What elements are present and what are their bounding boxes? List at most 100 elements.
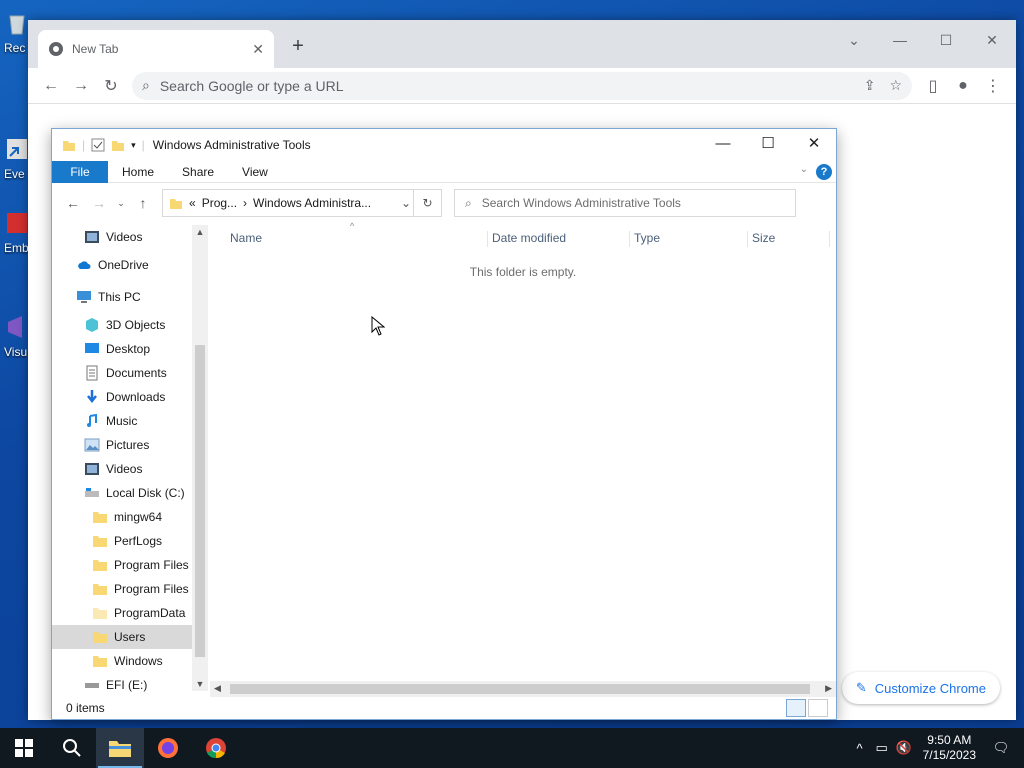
pictures-icon (84, 438, 100, 452)
back-icon[interactable]: ← (60, 195, 86, 211)
nav-item[interactable]: Music (52, 409, 208, 433)
column-size[interactable]: Size (748, 231, 830, 247)
nav-item[interactable]: mingw64 (52, 505, 208, 529)
ribbon-file-tab[interactable]: File (52, 160, 108, 183)
network-icon[interactable]: ▭ (871, 740, 893, 756)
scroll-up-icon[interactable]: ▲ (192, 227, 208, 237)
start-button[interactable] (0, 728, 48, 768)
nav-item[interactable]: 3D Objects (52, 313, 208, 337)
nav-item[interactable]: Users (52, 625, 208, 649)
ribbon-tab-share[interactable]: Share (168, 165, 228, 179)
expand-ribbon-icon[interactable]: ⌄ (800, 164, 808, 175)
reload-icon[interactable]: ↻ (96, 71, 126, 101)
nav-item[interactable]: This PC (52, 281, 208, 313)
nav-item[interactable]: Videos (52, 457, 208, 481)
address-segment-program[interactable]: Prog... (202, 196, 237, 210)
show-hidden-icons[interactable]: ^ (849, 741, 871, 756)
address-bar[interactable]: « Prog... › Windows Administra... ⌄ ↻ (162, 189, 442, 217)
column-type[interactable]: Type (630, 231, 748, 247)
nav-item[interactable]: Program Files (52, 553, 208, 577)
menu-icon[interactable]: ⋮ (978, 71, 1008, 101)
nav-item[interactable]: Program Files ( (52, 577, 208, 601)
share-icon[interactable]: ⇪ (864, 77, 876, 94)
ribbon-tab-home[interactable]: Home (108, 165, 168, 179)
nav-item-label: Music (106, 414, 138, 428)
desktop-icon (85, 343, 99, 353)
folder-icon (93, 656, 107, 667)
large-icons-view-icon[interactable] (808, 699, 828, 717)
forward-icon[interactable]: → (86, 195, 112, 211)
shortcut-icon (7, 139, 27, 159)
refresh-icon[interactable]: ↻ (413, 190, 441, 216)
ribbon-tab-view[interactable]: View (228, 165, 282, 179)
minimize-icon[interactable]: — (700, 129, 746, 159)
column-date-modified[interactable]: Date modified (488, 231, 630, 247)
explorer-titlebar: | ▾ | Windows Administrative Tools — ☐ ✕ (52, 129, 836, 161)
volume-muted-icon[interactable]: 🔇 (893, 740, 915, 756)
maximize-icon[interactable]: ☐ (926, 26, 966, 54)
back-icon[interactable]: ← (36, 71, 66, 101)
nav-item-label: 3D Objects (106, 318, 166, 332)
nav-item[interactable]: Local Disk (C:) (52, 481, 208, 505)
taskbar-firefox[interactable] (144, 728, 192, 768)
file-explorer-window: | ▾ | Windows Administrative Tools — ☐ ✕… (51, 128, 837, 720)
customize-quick-access-icon[interactable]: ▾ (131, 140, 136, 151)
address-history-icon[interactable]: ⌄ (401, 196, 411, 210)
search-box[interactable]: ⌕ Search Windows Administrative Tools (454, 189, 796, 217)
forward-icon[interactable]: → (66, 71, 96, 101)
new-folder-icon[interactable] (111, 138, 125, 152)
maximize-icon[interactable]: ☐ (745, 129, 791, 159)
sort-ascending-icon: ^ (350, 221, 355, 231)
visual-studio-icon (8, 316, 22, 338)
nav-item[interactable]: Desktop (52, 337, 208, 361)
videos-icon (85, 463, 99, 475)
empty-folder-message: This folder is empty. (469, 265, 577, 279)
address-segment-current[interactable]: Windows Administra... (253, 196, 371, 210)
clock[interactable]: 9:50 AM 7/15/2023 (923, 733, 976, 763)
tab-search-icon[interactable]: ⌄ (834, 26, 874, 54)
taskbar-file-explorer[interactable] (96, 728, 144, 768)
scroll-down-icon[interactable]: ▼ (192, 679, 208, 689)
drive-icon (85, 683, 99, 688)
nav-item[interactable]: Windows (52, 649, 208, 673)
address-overflow[interactable]: « (189, 196, 196, 210)
profile-icon[interactable]: ● (948, 71, 978, 101)
nav-item[interactable]: PerfLogs (52, 529, 208, 553)
nav-item[interactable]: Pictures (52, 433, 208, 457)
recent-locations-icon[interactable]: ⌄ (112, 198, 130, 209)
column-name[interactable]: Name (226, 231, 488, 247)
nav-item[interactable]: Documents (52, 361, 208, 385)
customize-chrome-button[interactable]: ✎ Customize Chrome (841, 672, 1000, 704)
minimize-icon[interactable]: — (880, 26, 920, 54)
scrollbar-thumb[interactable] (195, 345, 205, 657)
omnibox[interactable]: ⌕ Search Google or type a URL ⇪ ☆ (132, 71, 912, 100)
horizontal-scrollbar[interactable]: ◀ ▶ (210, 681, 836, 697)
properties-icon[interactable] (91, 138, 105, 152)
nav-item[interactable]: Downloads (52, 385, 208, 409)
nav-item[interactable]: EFI (E:) (52, 673, 208, 697)
nav-item[interactable]: OneDrive (52, 249, 208, 281)
up-icon[interactable]: ↑ (130, 195, 156, 211)
notifications-icon[interactable]: 🗨 (990, 740, 1012, 756)
app-icon (7, 213, 27, 233)
bookmark-star-icon[interactable]: ☆ (889, 77, 902, 94)
details-view-icon[interactable] (786, 699, 806, 717)
side-panel-icon[interactable]: ▯ (918, 71, 948, 101)
chrome-tab-new-tab[interactable]: New Tab ✕ (38, 30, 274, 68)
help-icon[interactable]: ? (816, 164, 832, 180)
close-icon[interactable]: ✕ (972, 26, 1012, 54)
close-tab-icon[interactable]: ✕ (252, 41, 264, 58)
scrollbar-thumb[interactable] (230, 684, 810, 694)
close-icon[interactable]: ✕ (791, 129, 837, 159)
scroll-right-icon[interactable]: ▶ (825, 683, 832, 694)
nav-item[interactable]: ProgramData (52, 601, 208, 625)
taskbar-search-button[interactable] (48, 728, 96, 768)
system-tray: ^ ▭ 🔇 9:50 AM 7/15/2023 🗨 (849, 728, 1024, 768)
folder-faded-icon (93, 608, 107, 619)
taskbar-chrome[interactable] (192, 728, 240, 768)
navigation-pane-scrollbar[interactable]: ▲ ▼ (192, 225, 208, 691)
scroll-left-icon[interactable]: ◀ (214, 683, 221, 694)
new-tab-button[interactable]: + (286, 34, 310, 58)
recycle-bin-icon (9, 15, 25, 35)
nav-item[interactable]: Videos (52, 225, 208, 249)
